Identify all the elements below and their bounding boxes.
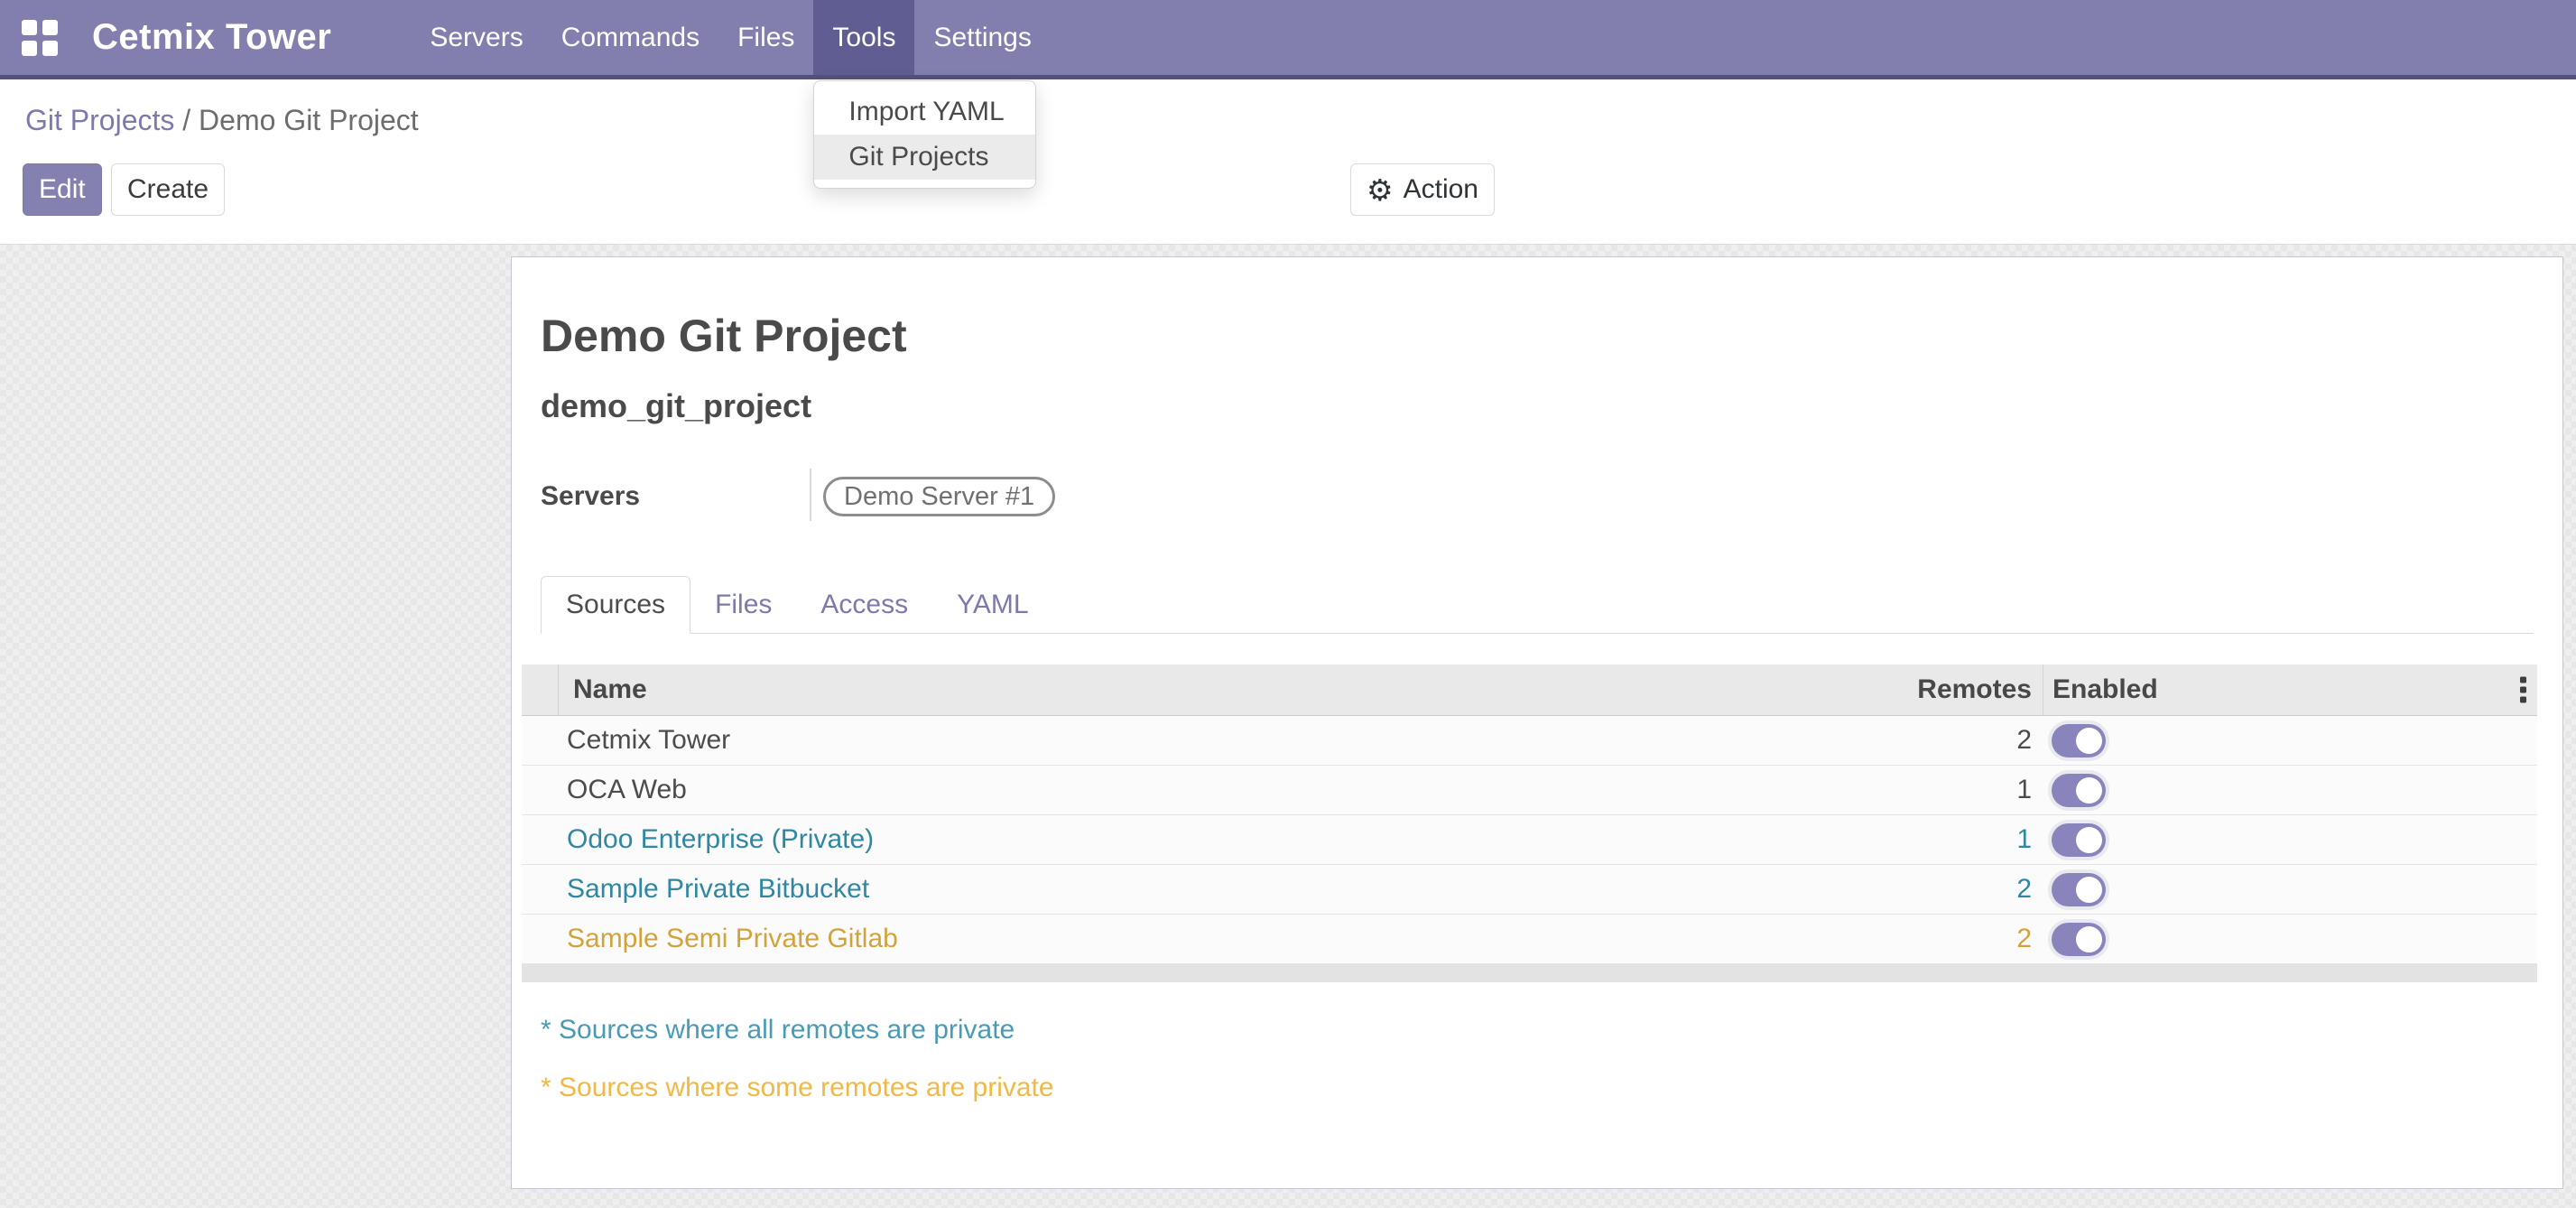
menu-item-tools-label: Tools [832,23,895,53]
form-sheet: Demo Git Project demo_git_project Server… [511,256,2563,1189]
notebook-tabs: Sources Files Access YAML [541,576,2534,634]
create-button[interactable]: Create [111,163,225,216]
menu-item-commands[interactable]: Commands [542,0,718,75]
column-header-enabled-label: Enabled [2052,674,2158,705]
enabled-cell [2043,724,2537,757]
source-name-cell[interactable]: Odoo Enterprise (Private) [558,824,1617,855]
optional-columns-icon[interactable] [2520,677,2526,703]
app-brand[interactable]: Cetmix Tower [92,17,331,58]
tab-files[interactable]: Files [690,576,796,633]
dropdown-item-git-projects[interactable]: Git Projects [814,135,1035,180]
breadcrumb: Git Projects / Demo Git Project [25,104,419,137]
footnote-some-private: * Sources where some remotes are private [541,1073,1054,1103]
sources-table: Name Remotes Enabled Cetmix Tower 2 OCA … [522,664,2537,982]
row-selector-cell[interactable] [522,716,558,765]
tab-access[interactable]: Access [796,576,932,633]
table-row[interactable]: Sample Semi Private Gitlab 2 [522,915,2537,964]
source-name-cell[interactable]: Sample Semi Private Gitlab [558,924,1617,954]
table-footer-strip [522,964,2537,982]
footnote-all-private: * Sources where all remotes are private [541,1015,1015,1045]
tab-sources[interactable]: Sources [541,576,690,634]
table-header-row: Name Remotes Enabled [522,664,2537,716]
enabled-toggle[interactable] [2052,774,2106,807]
enabled-cell [2043,923,2537,956]
select-all-column[interactable] [522,664,558,715]
enabled-cell [2043,873,2537,906]
breadcrumb-current: Demo Git Project [199,104,419,136]
remotes-count-cell: 2 [1617,924,2043,954]
menu-item-servers[interactable]: Servers [411,0,542,75]
enabled-toggle[interactable] [2052,873,2106,906]
enabled-toggle[interactable] [2052,823,2106,857]
enabled-toggle[interactable] [2052,923,2106,956]
column-header-name[interactable]: Name [558,664,1617,715]
control-panel: Git Projects / Demo Git Project Edit Cre… [0,84,2576,245]
apps-icon-square [42,20,58,35]
enabled-cell [2043,823,2537,857]
tab-yaml[interactable]: YAML [932,576,1052,633]
remotes-count-cell: 1 [1617,775,2043,805]
toggle-knob [2076,777,2102,804]
top-navbar: Cetmix Tower Servers Commands Files Tool… [0,0,2576,79]
servers-field-label: Servers [541,481,640,512]
table-row[interactable]: Odoo Enterprise (Private) 1 [522,815,2537,865]
menu-item-tools[interactable]: Tools Import YAML Git Projects [813,0,914,75]
toggle-knob [2076,926,2102,952]
column-header-remotes[interactable]: Remotes [1617,664,2043,715]
field-separator [810,469,811,521]
row-selector-cell[interactable] [522,915,558,963]
source-name-cell[interactable]: Cetmix Tower [558,725,1617,756]
remotes-count-cell: 1 [1617,824,2043,855]
dropdown-item-import-yaml[interactable]: Import YAML [814,89,1035,135]
record-title: Demo Git Project [541,310,907,362]
column-header-enabled[interactable]: Enabled [2043,664,2537,715]
row-selector-cell[interactable] [522,766,558,814]
row-selector-cell[interactable] [522,815,558,864]
server-tag[interactable]: Demo Server #1 [823,477,1055,516]
enabled-cell [2043,774,2537,807]
action-button-label: Action [1404,174,1478,205]
action-button[interactable]: ⚙ Action [1350,163,1495,216]
tools-dropdown: Import YAML Git Projects [813,80,1036,189]
gear-icon: ⚙ [1367,172,1394,208]
remotes-count-cell: 2 [1617,874,2043,905]
apps-icon-square [22,41,37,56]
table-row[interactable]: Cetmix Tower 2 [522,716,2537,766]
record-code: demo_git_project [541,387,811,425]
remotes-count-cell: 2 [1617,725,2043,756]
menu-item-files[interactable]: Files [718,0,813,75]
menu-item-settings[interactable]: Settings [914,0,1050,75]
breadcrumb-separator: / [174,104,199,136]
app-switcher-icon[interactable] [22,20,58,56]
edit-button[interactable]: Edit [23,163,102,216]
table-row[interactable]: OCA Web 1 [522,766,2537,815]
breadcrumb-parent-link[interactable]: Git Projects [25,104,174,136]
apps-icon-square [22,20,37,35]
apps-icon-square [42,41,58,56]
enabled-toggle[interactable] [2052,724,2106,757]
table-row[interactable]: Sample Private Bitbucket 2 [522,865,2537,915]
source-name-cell[interactable]: Sample Private Bitbucket [558,874,1617,905]
row-selector-cell[interactable] [522,865,558,914]
toggle-knob [2076,728,2102,754]
main-menu: Servers Commands Files Tools Import YAML… [411,0,1051,75]
source-name-cell[interactable]: OCA Web [558,775,1617,805]
toggle-knob [2076,827,2102,853]
toggle-knob [2076,877,2102,903]
